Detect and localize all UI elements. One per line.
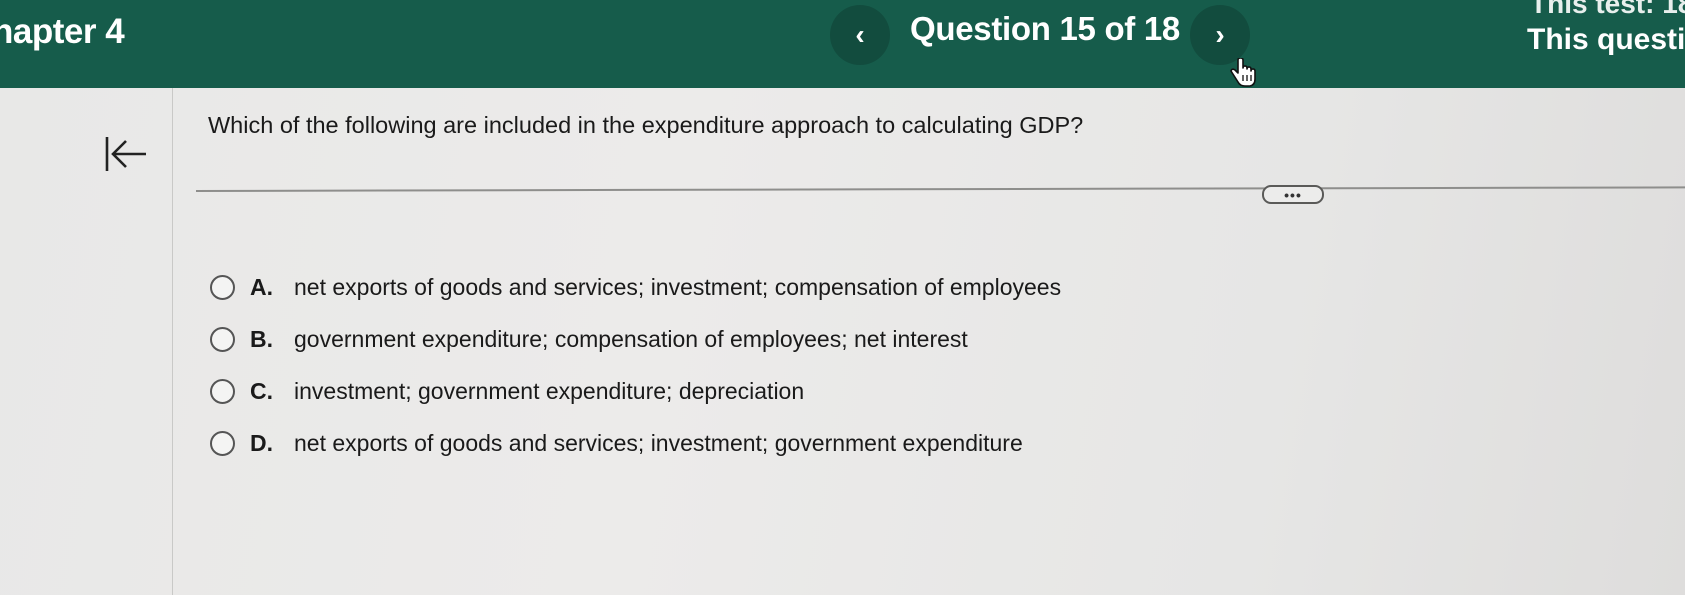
test-score-label: This test: 18 — [1530, 0, 1685, 19]
answer-letter: D. — [250, 430, 273, 456]
previous-question-button[interactable]: ‹ — [830, 5, 890, 65]
hand-pointer-icon — [1230, 58, 1256, 87]
answer-letter: B. — [250, 326, 273, 352]
question-text: Which of the following are included in t… — [208, 112, 1084, 138]
answer-text: investment; government expenditure; depr… — [294, 378, 805, 404]
chapter-title: hapter 4 — [0, 12, 125, 51]
radio-unchecked-icon[interactable] — [210, 275, 235, 300]
answer-option-c[interactable]: C. investment; government expenditure; d… — [210, 378, 804, 405]
answer-text: government expenditure; compensation of … — [294, 326, 968, 352]
more-options-button[interactable]: ••• — [1262, 185, 1324, 204]
chevron-left-icon: ‹ — [855, 19, 865, 50]
next-question-button[interactable]: › — [1190, 5, 1250, 65]
answer-text: net exports of goods and services; inves… — [294, 274, 1062, 300]
answer-option-b[interactable]: B. government expenditure; compensation … — [210, 326, 968, 353]
header-bar: hapter 4 ‹ Question 15 of 18 › This test… — [0, 0, 1685, 88]
sidebar-divider — [172, 88, 173, 595]
radio-unchecked-icon[interactable] — [210, 327, 235, 352]
chevron-right-icon: › — [1215, 19, 1225, 50]
question-score-label: This questio — [1527, 23, 1685, 56]
question-counter: Question 15 of 18 — [910, 10, 1180, 47]
question-separator — [195, 186, 1685, 192]
answer-letter: C. — [250, 378, 273, 404]
answer-letter: A. — [250, 274, 273, 300]
answer-option-a[interactable]: A. net exports of goods and services; in… — [210, 274, 1061, 301]
radio-unchecked-icon[interactable] — [210, 379, 235, 404]
radio-unchecked-icon[interactable] — [210, 431, 235, 456]
answer-option-d[interactable]: D. net exports of goods and services; in… — [210, 430, 1023, 457]
collapse-left-arrow-icon[interactable] — [104, 134, 148, 174]
answer-text: net exports of goods and services; inves… — [294, 430, 1023, 456]
